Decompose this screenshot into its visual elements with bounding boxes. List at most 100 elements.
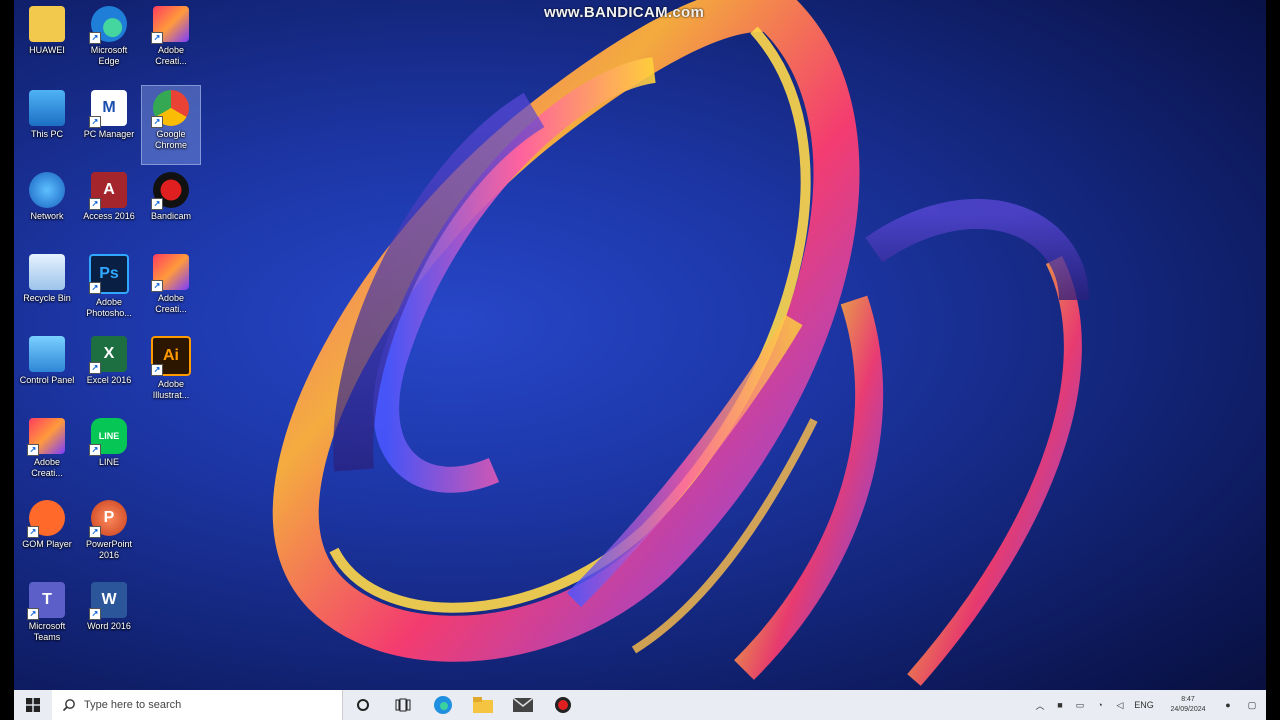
taskbar-file-explorer[interactable] bbox=[463, 690, 503, 720]
excel-icon: X ↗ bbox=[89, 336, 127, 374]
desktop-icon-pc-manager[interactable]: M ↗ PC Manager bbox=[80, 86, 138, 164]
cortana-button[interactable] bbox=[343, 690, 383, 720]
shortcut-arrow-icon: ↗ bbox=[151, 364, 163, 376]
record-icon bbox=[555, 697, 571, 713]
app-tray-icon: ■ bbox=[1057, 700, 1063, 710]
desktop-icon-label: Adobe Creati... bbox=[155, 293, 187, 314]
shortcut-arrow-icon: ↗ bbox=[27, 444, 39, 456]
desktop-icon-label: Microsoft Teams bbox=[28, 621, 66, 642]
desktop-icon-label: Adobe Photosho... bbox=[86, 297, 132, 318]
action-center-button[interactable]: ▢ bbox=[1238, 690, 1266, 720]
desktop-icon-adobe-creative-cloud[interactable]: ↗ Adobe Creati... bbox=[142, 250, 200, 328]
desktop-icon-label: Adobe Creati... bbox=[31, 457, 63, 478]
shortcut-arrow-icon: ↗ bbox=[89, 362, 101, 374]
edge-icon: ↗ bbox=[89, 6, 127, 44]
desktop-icon-illustrator[interactable]: Ai ↗ Adobe Illustrat... bbox=[142, 332, 200, 410]
desktop-icon-network[interactable]: Network bbox=[18, 168, 76, 246]
taskbar: Type here to search ︿ ■ ▭ ◔ ◁ ENG 8:47 2… bbox=[14, 690, 1266, 720]
shortcut-arrow-icon: ↗ bbox=[89, 198, 101, 210]
desktop-icon-excel[interactable]: X ↗ Excel 2016 bbox=[80, 332, 138, 410]
dot-icon: ● bbox=[1225, 700, 1231, 710]
desktop-icon-label: Google Chrome bbox=[154, 129, 187, 150]
network-tray-button[interactable]: ◔ bbox=[1090, 690, 1110, 720]
clock[interactable]: 8:47 24/09/2024 bbox=[1158, 695, 1218, 715]
edge-icon bbox=[434, 696, 452, 714]
system-tray: ︿ ■ ▭ ◔ ◁ ENG 8:47 24/09/2024 ● ▢ bbox=[1030, 690, 1266, 720]
language-indicator[interactable]: ENG bbox=[1130, 690, 1158, 720]
photoshop-icon: Ps ↗ bbox=[89, 254, 129, 294]
desktop: www.BANDICAM.com HUAWEI ↗ Microsoft Edge ↗ A… bbox=[14, 0, 1266, 720]
computer-icon bbox=[29, 90, 65, 126]
desktop-icon-label: Access 2016 bbox=[83, 211, 135, 221]
desktop-icon-label: This PC bbox=[30, 129, 63, 139]
shortcut-arrow-icon: ↗ bbox=[89, 282, 101, 294]
powerpoint-icon: P ↗ bbox=[89, 500, 127, 538]
desktop-icon-label: HUAWEI bbox=[29, 45, 65, 55]
bandicam-watermark: www.BANDICAM.com bbox=[544, 4, 705, 21]
task-view-button[interactable] bbox=[383, 690, 423, 720]
desktop-icon-label: Word 2016 bbox=[87, 621, 131, 631]
shortcut-arrow-icon: ↗ bbox=[27, 526, 39, 538]
clock-date: 24/09/2024 bbox=[1170, 706, 1206, 713]
pc-manager-icon: M ↗ bbox=[89, 90, 127, 128]
taskbar-bandicam[interactable] bbox=[543, 690, 583, 720]
task-view-icon bbox=[395, 698, 411, 712]
language-label: ENG bbox=[1134, 700, 1154, 710]
taskbar-search-box[interactable]: Type here to search bbox=[52, 690, 343, 720]
word-icon: W ↗ bbox=[89, 582, 127, 620]
desktop-icon-label: Excel 2016 bbox=[86, 375, 132, 385]
taskbar-mail[interactable] bbox=[503, 690, 543, 720]
start-button[interactable] bbox=[14, 690, 52, 720]
control-panel-icon bbox=[29, 336, 65, 372]
adobe-creative-cloud-icon: ↗ bbox=[151, 254, 189, 292]
desktop-icon-word[interactable]: W ↗ Word 2016 bbox=[80, 578, 138, 656]
adobe-creative-cloud-icon: ↗ bbox=[151, 6, 189, 44]
notification-icon: ▢ bbox=[1247, 699, 1257, 710]
desktop-icon-computer[interactable]: This PC bbox=[18, 86, 76, 164]
illustrator-icon: Ai ↗ bbox=[151, 336, 191, 376]
desktop-icon-powerpoint[interactable]: P ↗ PowerPoint 2016 bbox=[80, 496, 138, 574]
clock-time: 8:47 bbox=[1181, 696, 1195, 703]
speaker-icon: ◁ bbox=[1116, 699, 1124, 710]
shortcut-arrow-icon: ↗ bbox=[89, 608, 101, 620]
desktop-icon-chrome[interactable]: ↗ Google Chrome bbox=[141, 85, 201, 165]
desktop-icon-label: Bandicam bbox=[150, 211, 192, 221]
volume-button[interactable]: ◁ bbox=[1110, 690, 1130, 720]
desktop-icon-folder-user[interactable]: HUAWEI bbox=[18, 2, 76, 80]
desktop-icon-line[interactable]: LINE ↗ LINE bbox=[80, 414, 138, 492]
desktop-icon-edge[interactable]: ↗ Microsoft Edge bbox=[80, 2, 138, 80]
adobe-creative-cloud-icon: ↗ bbox=[27, 418, 65, 456]
desktop-icon-adobe-creative-cloud[interactable]: ↗ Adobe Creati... bbox=[142, 2, 200, 80]
desktop-icon-control-panel[interactable]: Control Panel bbox=[18, 332, 76, 410]
search-icon bbox=[62, 699, 75, 712]
desktop-icon-adobe-creative-cloud[interactable]: ↗ Adobe Creati... bbox=[18, 414, 76, 492]
desktop-icon-photoshop[interactable]: Ps ↗ Adobe Photosho... bbox=[80, 250, 138, 328]
desktop-icon-label: PowerPoint 2016 bbox=[85, 539, 133, 560]
battery-icon: ▭ bbox=[1075, 699, 1085, 710]
desktop-icon-label: Adobe Creati... bbox=[155, 45, 187, 66]
windows-logo-icon bbox=[26, 698, 40, 712]
desktop-icon-label: LINE bbox=[98, 457, 119, 467]
teams-icon: T ↗ bbox=[27, 582, 65, 620]
shortcut-arrow-icon: ↗ bbox=[89, 116, 101, 128]
shortcut-arrow-icon: ↗ bbox=[89, 526, 101, 538]
desktop-icon-bandicam[interactable]: ↗ Bandicam bbox=[142, 168, 200, 246]
desktop-icon-label: Microsoft Edge bbox=[90, 45, 128, 66]
battery-button[interactable]: ▭ bbox=[1070, 690, 1090, 720]
desktop-icon-recycle-bin[interactable]: Recycle Bin bbox=[18, 250, 76, 328]
desktop-icon-gom-player[interactable]: ↗ GOM Player bbox=[18, 496, 76, 574]
tray-overflow-button[interactable]: ︿ bbox=[1030, 690, 1050, 720]
desktop-icon-teams[interactable]: T ↗ Microsoft Teams bbox=[18, 578, 76, 656]
mail-icon bbox=[513, 698, 533, 712]
shortcut-arrow-icon: ↗ bbox=[151, 32, 163, 44]
taskbar-edge[interactable] bbox=[423, 690, 463, 720]
line-icon: LINE ↗ bbox=[89, 418, 127, 456]
tray-app-button[interactable]: ■ bbox=[1050, 690, 1070, 720]
desktop-icon-access[interactable]: A ↗ Access 2016 bbox=[80, 168, 138, 246]
access-icon: A ↗ bbox=[89, 172, 127, 210]
chevron-up-icon: ︿ bbox=[1035, 700, 1045, 711]
network-icon bbox=[29, 172, 65, 208]
desktop-icon-label: PC Manager bbox=[83, 129, 135, 139]
shortcut-arrow-icon: ↗ bbox=[151, 280, 163, 292]
chrome-icon: ↗ bbox=[151, 90, 189, 128]
